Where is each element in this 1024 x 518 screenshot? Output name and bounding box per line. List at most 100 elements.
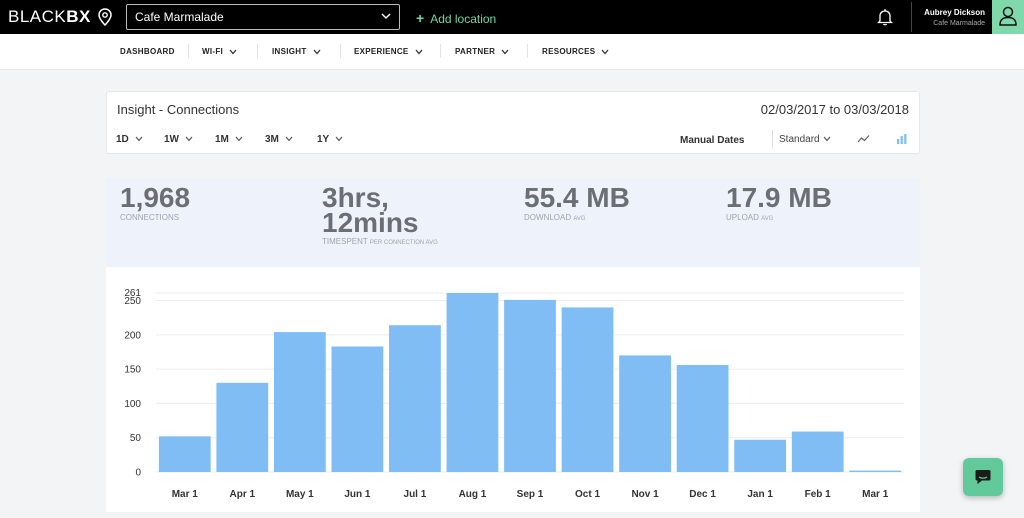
chart-bar — [561, 307, 614, 472]
chart-bar — [849, 470, 902, 472]
x-tick-label: Jun 1 — [344, 489, 371, 500]
nav-insight-label: INSIGHT — [272, 47, 307, 56]
chat-button[interactable] — [963, 458, 1003, 496]
range-1w-dropdown[interactable]: 1W — [164, 134, 193, 145]
brand-logo[interactable]: BLACKBX — [8, 7, 91, 27]
insight-header-card: Insight - Connections 02/03/2017 to 03/0… — [106, 91, 920, 154]
main-nav: DASHBOARD WI-FI INSIGHT EXPERIENCE PARTN… — [0, 34, 1024, 70]
x-tick-label: Sep 1 — [517, 489, 544, 500]
view-mode-dropdown[interactable]: Standard — [779, 134, 831, 145]
y-max-label: 261 — [124, 288, 141, 299]
view-mode-label: Standard — [779, 134, 820, 145]
range-3m-label: 3M — [265, 134, 279, 145]
nav-separator — [340, 44, 341, 58]
nav-separator — [257, 44, 258, 58]
nav-resources-label: RESOURCES — [542, 47, 596, 56]
upload-label: UPLOAD AVG — [726, 213, 773, 222]
x-tick-label: Dec 1 — [689, 489, 716, 500]
nav-dashboard[interactable]: DASHBOARD — [120, 47, 175, 56]
x-tick-label: Jan 1 — [747, 489, 773, 500]
x-tick-label: Aug 1 — [459, 489, 487, 500]
nav-separator — [188, 44, 189, 58]
chevron-down-icon — [313, 49, 321, 55]
chevron-down-icon — [229, 49, 237, 55]
timespent-value-line2: 12mins — [322, 207, 419, 238]
add-location-label: Add location — [430, 12, 497, 26]
chat-bubble-icon — [975, 470, 991, 484]
download-label: DOWNLOAD AVG — [524, 213, 586, 222]
manual-dates-button[interactable]: Manual Dates — [680, 135, 744, 146]
chevron-down-icon — [335, 136, 343, 142]
location-select[interactable]: Cafe Marmalade — [126, 4, 400, 30]
chart-bar — [389, 325, 441, 472]
y-tick-label: 100 — [124, 399, 141, 410]
nav-insight[interactable]: INSIGHT — [272, 47, 321, 56]
nav-dashboard-label: DASHBOARD — [120, 47, 175, 56]
timespent-label: TIMESPENT PER CONNECTION AVG — [322, 237, 438, 246]
brand-text-black: BLACK — [8, 7, 67, 26]
nav-experience[interactable]: EXPERIENCE — [354, 47, 423, 56]
bar-chart-icon[interactable] — [896, 133, 908, 145]
nav-separator — [527, 44, 528, 58]
download-label-sub: AVG — [573, 216, 586, 222]
location-select-value: Cafe Marmalade — [135, 10, 224, 24]
nav-experience-label: EXPERIENCE — [354, 47, 409, 56]
range-1m-dropdown[interactable]: 1M — [215, 134, 243, 145]
x-tick-label: Mar 1 — [862, 489, 889, 500]
connections-label-text: CONNECTIONS — [120, 213, 180, 222]
connections-label: CONNECTIONS — [120, 213, 179, 222]
chevron-down-icon — [285, 136, 293, 142]
connections-bar-chart: 050100150200250261Mar 1 Apr 1 May 1 Jun 1 Ju… — [124, 288, 904, 500]
x-tick-label: Jul 1 — [404, 489, 427, 500]
range-1d-dropdown[interactable]: 1D — [116, 134, 143, 145]
range-3m-dropdown[interactable]: 3M — [265, 134, 293, 145]
chevron-down-icon — [135, 136, 143, 142]
range-1y-dropdown[interactable]: 1Y — [317, 134, 343, 145]
chevron-down-icon — [381, 13, 391, 20]
user-avatar-icon — [999, 6, 1017, 26]
x-tick-label: Nov 1 — [631, 489, 659, 500]
timespent-label-text: TIMESPENT — [322, 237, 368, 246]
chart-bar — [273, 332, 326, 472]
stats-panel: 1,968 CONNECTIONS 3hrs, 12mins TIMESPENT… — [106, 178, 920, 267]
nav-separator — [440, 44, 441, 58]
add-location-button[interactable]: + Add location — [416, 10, 496, 26]
x-tick-label: Oct 1 — [575, 489, 600, 500]
y-tick-label: 150 — [124, 365, 141, 376]
chart-bar — [734, 439, 787, 472]
nav-partner[interactable]: PARTNER — [455, 47, 509, 56]
download-value: 55.4 MB — [524, 182, 630, 213]
page-title: Insight - Connections — [117, 102, 240, 117]
nav-resources[interactable]: RESOURCES — [542, 47, 609, 56]
x-tick-label: Mar 1 — [172, 489, 199, 500]
user-profile-button[interactable] — [992, 0, 1024, 34]
header-divider — [772, 130, 773, 148]
chart-bar — [331, 346, 384, 472]
nav-wifi[interactable]: WI-FI — [202, 47, 237, 56]
chevron-down-icon — [185, 136, 193, 142]
chart-bar — [216, 382, 269, 472]
chevron-down-icon — [823, 136, 831, 142]
connections-value: 1,968 — [120, 182, 191, 213]
nav-partner-label: PARTNER — [455, 47, 496, 56]
user-name: Aubrey Dickson — [924, 8, 985, 17]
chart-bar — [791, 431, 844, 472]
chevron-down-icon — [501, 49, 509, 55]
notification-bell-icon[interactable] — [877, 8, 893, 26]
x-tick-label: Apr 1 — [230, 489, 256, 500]
x-tick-label: May 1 — [286, 489, 314, 500]
chart-bar — [619, 355, 671, 472]
date-range-label: 02/03/2017 to 03/03/2018 — [760, 102, 909, 117]
connections-chart-card: 0 50 100 150 200 250 261 Mar 1 Apr 1 May 1 Jun 1 Ju… — [106, 267, 920, 512]
nav-wifi-label: WI-FI — [202, 47, 224, 56]
chevron-down-icon — [235, 136, 243, 142]
plus-icon: + — [416, 10, 425, 26]
chart-bar — [158, 436, 211, 472]
timespent-label-sub: PER CONNECTION AVG — [369, 240, 438, 246]
line-chart-icon[interactable] — [857, 134, 870, 144]
range-1m-label: 1M — [215, 134, 229, 145]
download-label-text: DOWNLOAD — [524, 213, 572, 222]
x-tick-label: Feb 1 — [805, 489, 832, 500]
chart-bar — [446, 293, 499, 472]
chart-bar — [504, 299, 556, 472]
